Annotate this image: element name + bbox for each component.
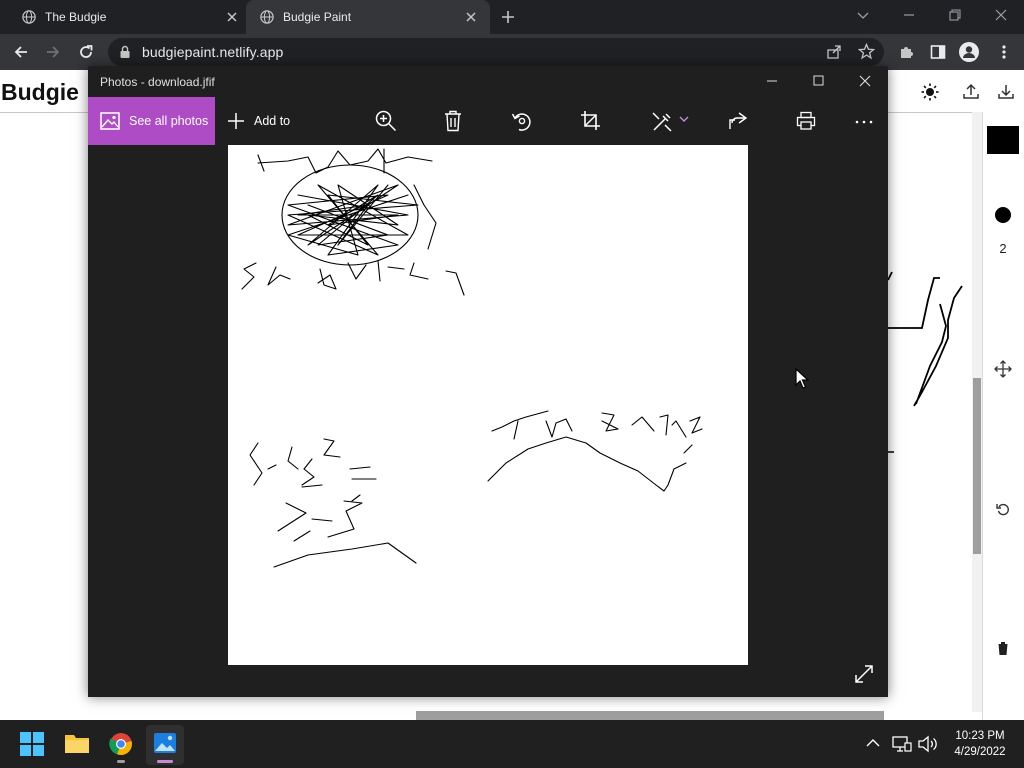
- chrome-running-indicator: [117, 760, 125, 763]
- horizontal-scroll-thumb[interactable]: [416, 711, 884, 720]
- more-options-icon[interactable]: [855, 119, 873, 125]
- see-all-photos-label: See all photos: [129, 114, 209, 128]
- chrome-menu-icon[interactable]: [1000, 44, 1008, 60]
- page-title: Budgie: [1, 79, 79, 105]
- share-icon[interactable]: [728, 111, 748, 131]
- plus-icon: [228, 113, 244, 129]
- globe-icon: [260, 10, 274, 24]
- restore-icon[interactable]: [948, 8, 962, 22]
- share-page-icon[interactable]: [826, 44, 842, 60]
- tab-title: Budgie Paint: [283, 10, 352, 24]
- image-icon: [100, 112, 120, 130]
- file-explorer-icon[interactable]: [64, 732, 90, 754]
- scroll-thumb[interactable]: [973, 378, 981, 554]
- volume-icon[interactable]: [917, 735, 937, 753]
- minimize-icon[interactable]: [902, 10, 916, 20]
- color-swatch[interactable]: [987, 126, 1019, 154]
- add-to-button[interactable]: Add to: [226, 107, 290, 135]
- tab-title: The Budgie: [45, 10, 107, 24]
- photos-window-title: Photos - download.jfif: [100, 75, 215, 89]
- network-icon[interactable]: [892, 735, 912, 753]
- zoom-icon[interactable]: [375, 110, 397, 132]
- tab-search-chevron-icon[interactable]: [856, 10, 870, 20]
- tool-sidebar: [982, 112, 1024, 720]
- clock-date[interactable]: 4/29/2022: [948, 746, 1012, 758]
- add-to-label: Add to: [254, 114, 291, 128]
- bookmark-star-icon[interactable]: [858, 43, 875, 60]
- rotate-icon[interactable]: [511, 110, 533, 132]
- full-screen-icon[interactable]: [854, 664, 874, 684]
- theme-toggle-icon[interactable]: [921, 83, 939, 101]
- photo-image[interactable]: [228, 145, 748, 665]
- download-icon[interactable]: [997, 82, 1015, 100]
- see-all-photos-button[interactable]: See all photos: [88, 97, 215, 145]
- side-panel-icon[interactable]: [930, 44, 946, 60]
- chrome-icon[interactable]: [109, 732, 133, 756]
- scribble-drawing: [241, 148, 703, 568]
- show-hidden-icons-chevron-icon[interactable]: [866, 738, 880, 748]
- photos-app-icon[interactable]: [153, 732, 177, 754]
- forward-icon[interactable]: [44, 43, 62, 61]
- windows-start-icon[interactable]: [20, 732, 44, 756]
- reload-icon[interactable]: [77, 43, 95, 61]
- trash-icon[interactable]: [444, 110, 462, 132]
- print-icon[interactable]: [796, 111, 816, 131]
- mouse-cursor-icon: [795, 368, 809, 389]
- undo-icon[interactable]: [995, 501, 1011, 517]
- url-text[interactable]: budgiepaint.netlify.app: [142, 44, 283, 60]
- close-tab-icon[interactable]: [224, 9, 240, 25]
- paint-canvas-strokes[interactable]: [884, 262, 974, 462]
- tab-budgie-paint[interactable]: Budgie Paint: [246, 0, 490, 34]
- close-window-icon[interactable]: [994, 8, 1008, 22]
- edit-draw-icon[interactable]: [652, 112, 672, 132]
- crop-icon[interactable]: [580, 110, 601, 131]
- clock-time[interactable]: 10:23 PM: [948, 730, 1012, 742]
- close-tab-icon[interactable]: [463, 9, 479, 25]
- photos-maximize-icon[interactable]: [813, 75, 824, 86]
- photos-minimize-icon[interactable]: [766, 76, 778, 86]
- brush-size-value: 2: [999, 241, 1007, 256]
- globe-icon: [22, 10, 36, 24]
- lock-icon[interactable]: [119, 45, 131, 59]
- delete-icon[interactable]: [996, 641, 1010, 656]
- back-icon[interactable]: [12, 43, 30, 61]
- new-tab-icon[interactable]: [500, 9, 516, 25]
- brush-size-dot[interactable]: [995, 207, 1011, 223]
- profile-avatar[interactable]: [959, 42, 979, 62]
- upload-icon[interactable]: [962, 82, 980, 100]
- photos-close-icon[interactable]: [859, 75, 871, 87]
- move-icon[interactable]: [994, 360, 1012, 378]
- edit-dropdown-chevron-icon[interactable]: [678, 115, 690, 123]
- photos-active-indicator: [157, 760, 173, 763]
- person-icon: [963, 46, 975, 58]
- tab-the-budgie[interactable]: The Budgie: [0, 0, 248, 34]
- extensions-icon[interactable]: [898, 44, 914, 60]
